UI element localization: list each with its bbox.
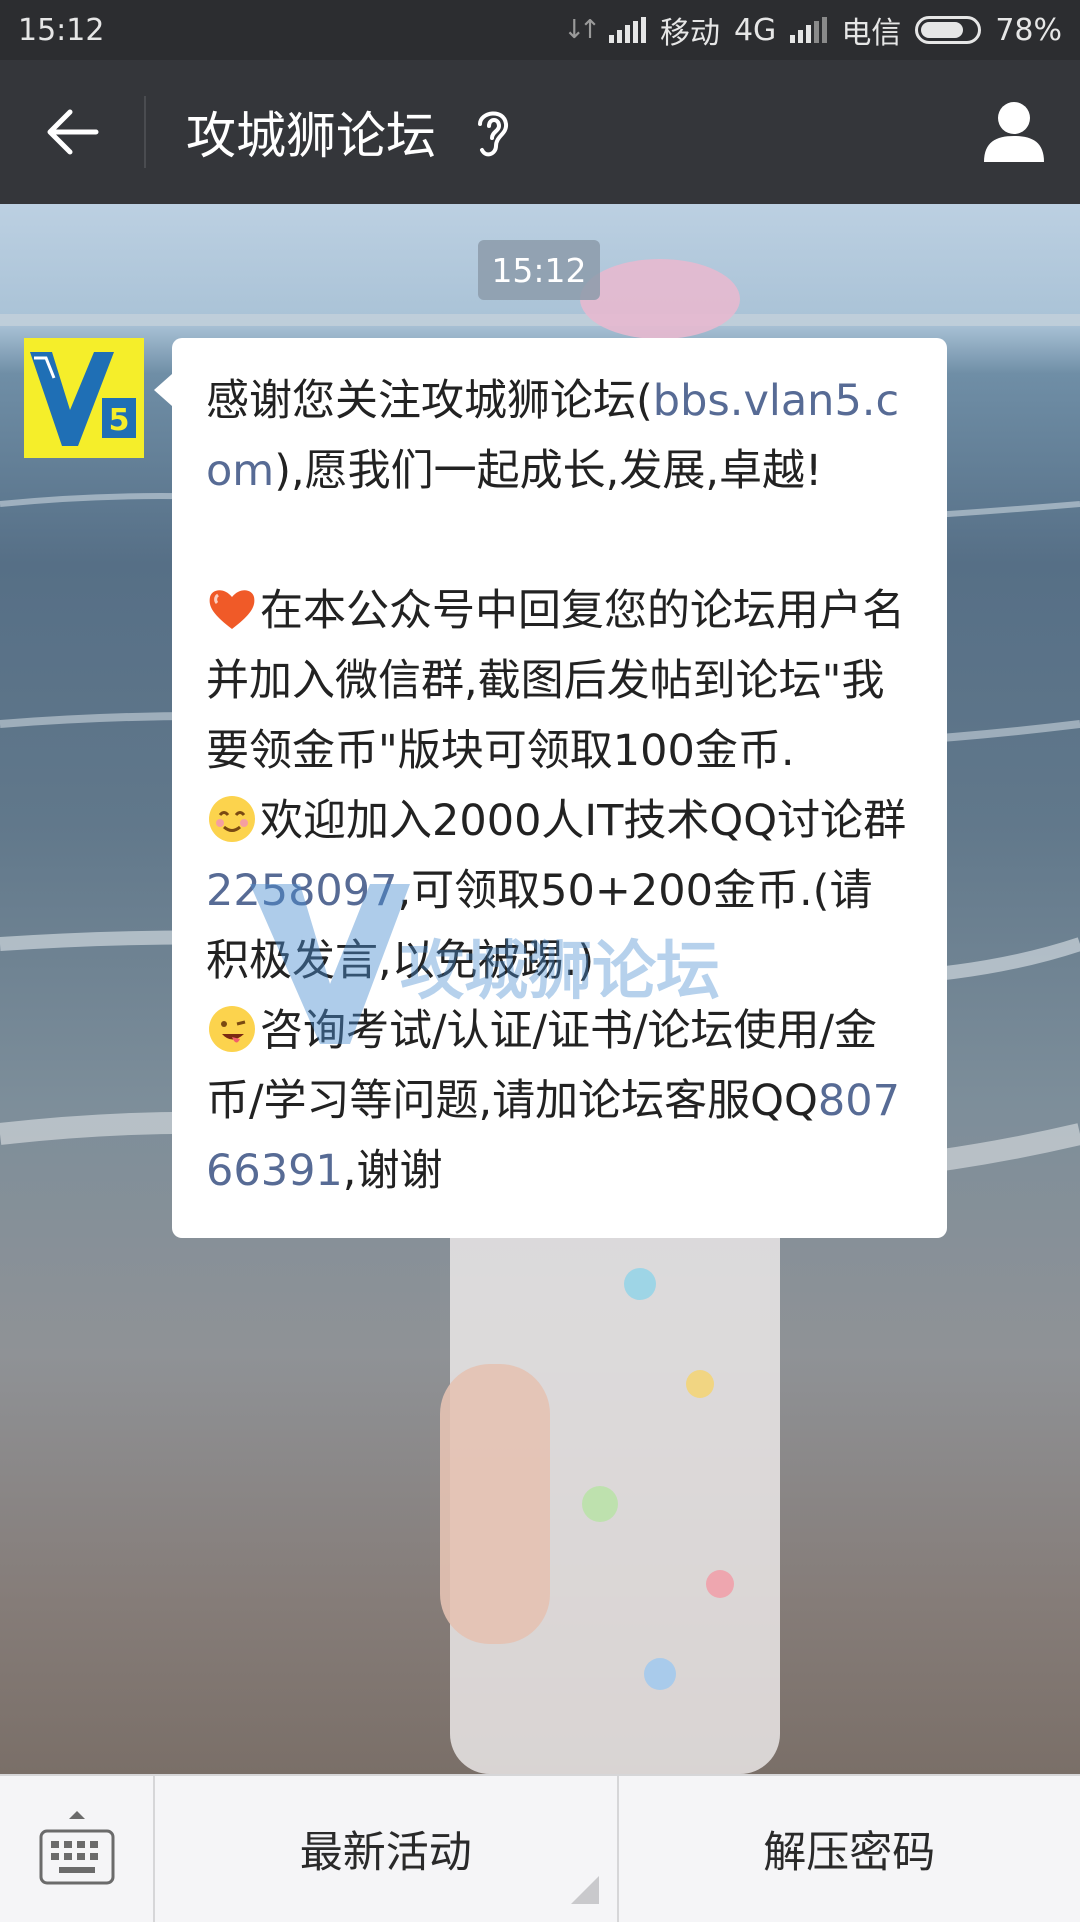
message-text: 欢迎加入2000人IT技术QQ讨论群 (260, 796, 906, 846)
signal-icon (609, 17, 646, 43)
profile-button[interactable] (978, 96, 1050, 168)
network-type: 4G (734, 13, 776, 48)
carrier-1: 移动 (660, 8, 720, 52)
data-activity-icon: ↓↑ (563, 15, 595, 45)
svg-text:5: 5 (109, 403, 130, 438)
menu-unzip-password[interactable]: 解压密码 (617, 1776, 1080, 1922)
page-title: 攻城狮论坛 (186, 96, 436, 168)
status-bar: 15:12 ↓↑ 移动 4G 电信 78% (0, 0, 1080, 60)
bottom-menu: 最新活动 解压密码 (0, 1774, 1080, 1922)
message-text: ,谢谢 (343, 1146, 443, 1196)
winking-face-icon (206, 1003, 258, 1055)
menu-item-label: 最新活动 (300, 1818, 472, 1880)
chat-area[interactable]: 15:12 5 感谢您关注攻城狮论坛(bbs.vlan5.com),愿我们一起成… (0, 204, 1080, 1774)
nav-bar: 攻城狮论坛 (0, 60, 1080, 204)
message-text: 在本公众号中回复您的论坛用户名并加入微信群,截图后发帖到论坛"我要领金币"版块可… (206, 586, 905, 776)
person-icon (978, 96, 1050, 168)
carrier-2: 电信 (841, 8, 901, 52)
v5-logo-icon: 5 (24, 338, 144, 458)
arrow-left-icon (44, 108, 100, 156)
keyboard-toggle-button[interactable] (0, 1776, 155, 1922)
menu-item-label: 解压密码 (763, 1818, 935, 1880)
message-paragraph-qq-group: 欢迎加入2000人IT技术QQ讨论群2258097,可领取50+200金币.(请… (206, 786, 915, 996)
message-paragraph-support: 咨询考试/认证/证书/论坛使用/金币/学习等问题,请加论坛客服QQ8076639… (206, 996, 915, 1206)
avatar[interactable]: 5 (24, 338, 144, 458)
status-indicators: ↓↑ 移动 4G 电信 78% (563, 8, 1062, 52)
message-spacer (206, 506, 915, 576)
menu-latest-activities[interactable]: 最新活动 (155, 1776, 617, 1922)
qq-group-link[interactable]: 2258097 (206, 866, 398, 916)
status-time: 15:12 (18, 13, 563, 48)
nav-divider (144, 96, 146, 168)
message-timestamp: 15:12 (478, 240, 600, 300)
message-text: ),愿我们一起成长,发展,卓越! (274, 446, 822, 496)
back-button[interactable] (0, 60, 144, 204)
keyboard-icon (35, 1807, 119, 1891)
message-paragraph-welcome: 感谢您关注攻城狮论坛(bbs.vlan5.com),愿我们一起成长,发展,卓越! (206, 366, 915, 506)
battery-icon (915, 16, 981, 44)
message-bubble[interactable]: 感谢您关注攻城狮论坛(bbs.vlan5.com),愿我们一起成长,发展,卓越!… (172, 338, 947, 1238)
message-text: 感谢您关注攻城狮论坛( (206, 376, 653, 426)
message-text: 咨询考试/认证/证书/论坛使用/金币/学习等问题,请加论坛客服QQ (206, 1006, 877, 1126)
battery-percent: 78% (995, 13, 1062, 48)
message-paragraph-reward: 在本公众号中回复您的论坛用户名并加入微信群,截图后发帖到论坛"我要领金币"版块可… (206, 576, 915, 786)
signal-icon-2 (790, 17, 827, 43)
submenu-indicator-icon (571, 1876, 599, 1904)
heart-icon (206, 583, 258, 635)
smiling-face-icon (206, 793, 258, 845)
ear-icon[interactable] (472, 104, 512, 160)
